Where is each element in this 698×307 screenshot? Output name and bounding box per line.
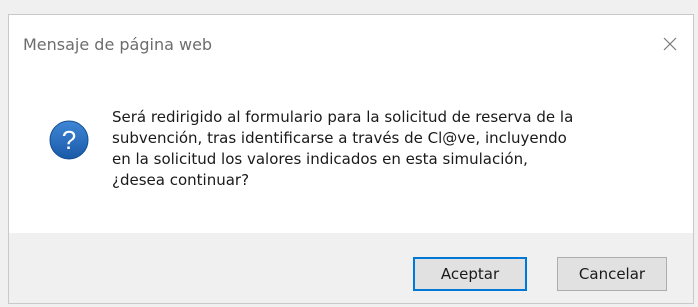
accept-button[interactable]: Aceptar bbox=[413, 257, 527, 291]
close-button[interactable] bbox=[653, 27, 687, 61]
question-icon: ? bbox=[49, 120, 89, 160]
message-dialog: Mensaje de página web ? Será redirigido … bbox=[8, 14, 694, 304]
dialog-content: ? Será redirigido al formulario para la … bbox=[9, 75, 693, 233]
svg-text:?: ? bbox=[62, 125, 76, 155]
message-line: ¿desea continuar? bbox=[112, 171, 250, 189]
message-line: en la solicitud los valores indicados en… bbox=[112, 150, 528, 168]
close-icon bbox=[663, 37, 677, 51]
dialog-footer: Aceptar Cancelar bbox=[9, 233, 693, 303]
message-line: Será redirigido al formulario para la so… bbox=[112, 108, 574, 126]
dialog-title: Mensaje de página web bbox=[23, 35, 213, 54]
dialog-titlebar: Mensaje de página web bbox=[9, 15, 693, 75]
cancel-button[interactable]: Cancelar bbox=[557, 257, 667, 291]
message-line: subvención, tras identificarse a través … bbox=[112, 129, 567, 147]
dialog-message: Será redirigido al formulario para la so… bbox=[112, 107, 672, 191]
